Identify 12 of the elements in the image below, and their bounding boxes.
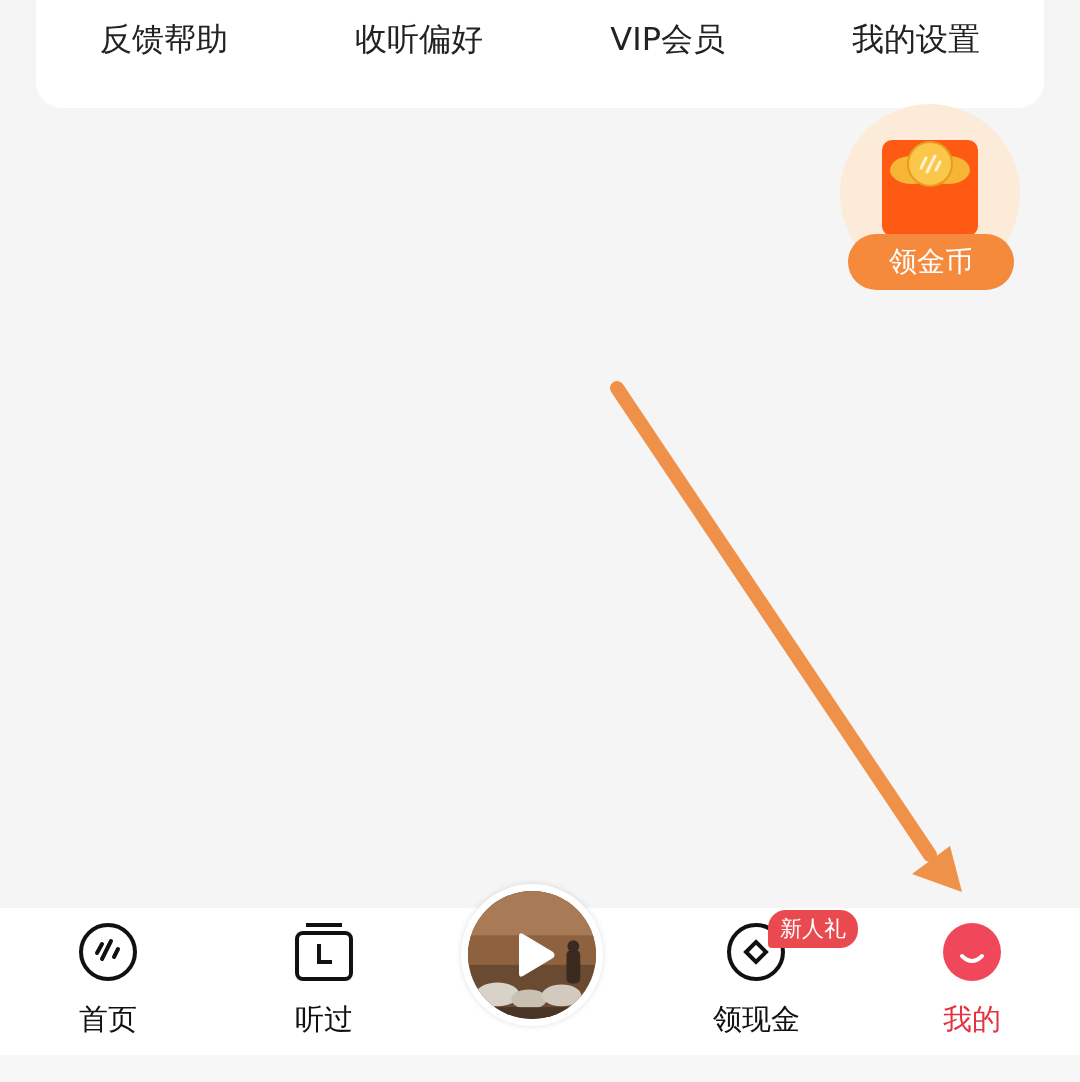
clock-history-icon: [294, 922, 354, 982]
menu-item[interactable]: 我的设置: [852, 18, 981, 62]
new-user-badge: 新人礼: [768, 910, 858, 948]
smile-icon: [942, 922, 1002, 982]
tab[interactable]: 新人礼 领现金: [648, 908, 864, 1040]
home-icon: [78, 922, 138, 982]
menu-item[interactable]: 反馈帮助: [99, 18, 228, 62]
menu-item[interactable]: VIP会员: [610, 18, 725, 62]
menu-item[interactable]: 收听偏好: [355, 18, 483, 62]
tab[interactable]: 听过: [216, 908, 432, 1040]
tab[interactable]: 我的: [864, 908, 1080, 1040]
tab[interactable]: 首页: [0, 908, 216, 1040]
